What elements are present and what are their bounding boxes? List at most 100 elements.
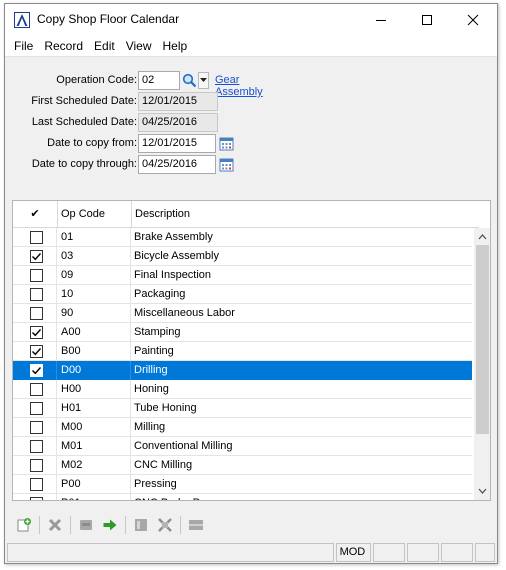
row-check-cell[interactable] [13,228,57,247]
copy-from-calendar-button[interactable] [218,135,235,152]
row-check-cell[interactable] [13,342,57,361]
description-cell: Painting [134,345,174,357]
row-check-cell[interactable] [13,361,57,380]
table-row[interactable]: B00 Painting [13,342,472,361]
op-code-cell: 01 [58,228,131,247]
select-all-column-header[interactable]: ✔ [13,201,58,228]
copy-from-date-field[interactable]: 12/01/2015 [138,134,216,153]
op-code-cell: M01 [58,437,131,456]
calendar-icon [219,137,234,151]
description-column-header[interactable]: Description [132,201,479,228]
table-row[interactable]: 10 Packaging [13,285,472,304]
table-row[interactable]: A00 Stamping [13,323,472,342]
table-row[interactable]: M00 Milling [13,418,472,437]
save-icon [80,520,92,530]
table-row[interactable]: M01 Conventional Milling [13,437,472,456]
row-check-cell[interactable] [13,475,57,494]
copy-through-label: Date to copy through: [31,158,137,170]
description-cell: Bicycle Assembly [134,250,219,262]
checkmark-icon [32,348,42,356]
row-checkbox[interactable] [30,421,43,434]
menu-file[interactable]: File [9,39,38,53]
row-check-cell[interactable] [13,437,57,456]
row-checkbox[interactable] [30,459,43,472]
row-checkbox[interactable] [30,307,43,320]
table-row[interactable]: H01 Tube Honing [13,399,472,418]
table-row[interactable]: 90 Miscellaneous Labor [13,304,472,323]
description-cell: Pressing [134,478,177,490]
scroll-up-icon[interactable] [474,230,491,244]
row-checkbox[interactable] [30,383,43,396]
table-row[interactable]: H00 Honing [13,380,472,399]
description-cell: Stamping [134,326,181,338]
save-button[interactable] [74,513,98,537]
row-checkbox[interactable] [30,497,43,500]
status-cell [373,543,406,562]
last-scheduled-field: 04/25/2016 [138,113,218,132]
row-check-cell[interactable] [13,418,57,437]
table-row[interactable]: 01 Brake Assembly [13,228,472,247]
menu-help[interactable]: Help [158,39,193,53]
last-scheduled-label: Last Scheduled Date: [31,116,137,128]
row-check-cell[interactable] [13,494,57,500]
table-row[interactable]: P01 CNC Brake Press [13,494,472,500]
copy-from-label: Date to copy from: [47,137,137,149]
menu-edit[interactable]: Edit [89,39,120,53]
scroll-thumb[interactable] [476,245,489,434]
row-checkbox[interactable] [30,288,43,301]
row-check-cell[interactable] [13,380,57,399]
table-row[interactable]: D00 Drilling [13,361,472,380]
vertical-scrollbar[interactable] [474,228,491,500]
status-cell [407,543,440,562]
op-code-cell: M00 [58,418,131,437]
list-button[interactable] [184,513,208,537]
op-code-column-header[interactable]: Op Code [58,201,132,228]
maximize-button[interactable] [404,4,450,35]
description-cell: Brake Assembly [134,231,213,243]
close-button[interactable] [450,4,496,35]
checkmark-icon [32,253,42,261]
copy-through-calendar-button[interactable] [218,156,235,173]
row-checkbox[interactable] [30,440,43,453]
row-checkbox[interactable] [30,231,43,244]
calendar-icon [219,158,234,172]
row-checkbox[interactable] [30,364,43,377]
operation-dropdown-button[interactable] [198,72,209,89]
row-check-cell[interactable] [13,247,57,266]
first-record-button[interactable] [129,513,153,537]
scroll-down-icon[interactable] [474,484,491,498]
table-row[interactable]: M02 CNC Milling [13,456,472,475]
operation-description-link[interactable]: Gear Assembly [215,74,263,98]
row-check-cell[interactable] [13,285,57,304]
row-check-cell[interactable] [13,304,57,323]
copy-through-date-field[interactable]: 04/25/2016 [138,155,216,174]
row-check-cell[interactable] [13,323,57,342]
window-title: Copy Shop Floor Calendar [37,12,180,26]
row-checkbox[interactable] [30,326,43,339]
new-record-button[interactable] [12,513,36,537]
menu-record[interactable]: Record [39,39,88,53]
row-checkbox[interactable] [30,478,43,491]
close-icon [467,14,479,25]
operation-code-field[interactable]: 02 [138,71,180,90]
clear-button[interactable] [153,513,177,537]
table-row[interactable]: P00 Pressing [13,475,472,494]
table-row[interactable]: 03 Bicycle Assembly [13,247,472,266]
row-checkbox[interactable] [30,269,43,282]
operations-grid[interactable]: ✔ Op Code Description 01 Brake Assembly … [12,200,491,501]
minimize-icon [376,19,386,21]
go-button[interactable] [98,513,122,537]
toolbar-separator [39,516,40,534]
row-checkbox[interactable] [30,402,43,415]
lookup-button[interactable] [181,72,198,89]
menu-view[interactable]: View [121,39,157,53]
row-checkbox[interactable] [30,345,43,358]
row-checkbox[interactable] [30,250,43,263]
row-check-cell[interactable] [13,266,57,285]
table-row[interactable]: 09 Final Inspection [13,266,472,285]
delete-button[interactable] [43,513,67,537]
minimize-button[interactable] [358,4,404,35]
status-mode-cell: MOD [335,543,372,562]
row-check-cell[interactable] [13,399,57,418]
row-check-cell[interactable] [13,456,57,475]
